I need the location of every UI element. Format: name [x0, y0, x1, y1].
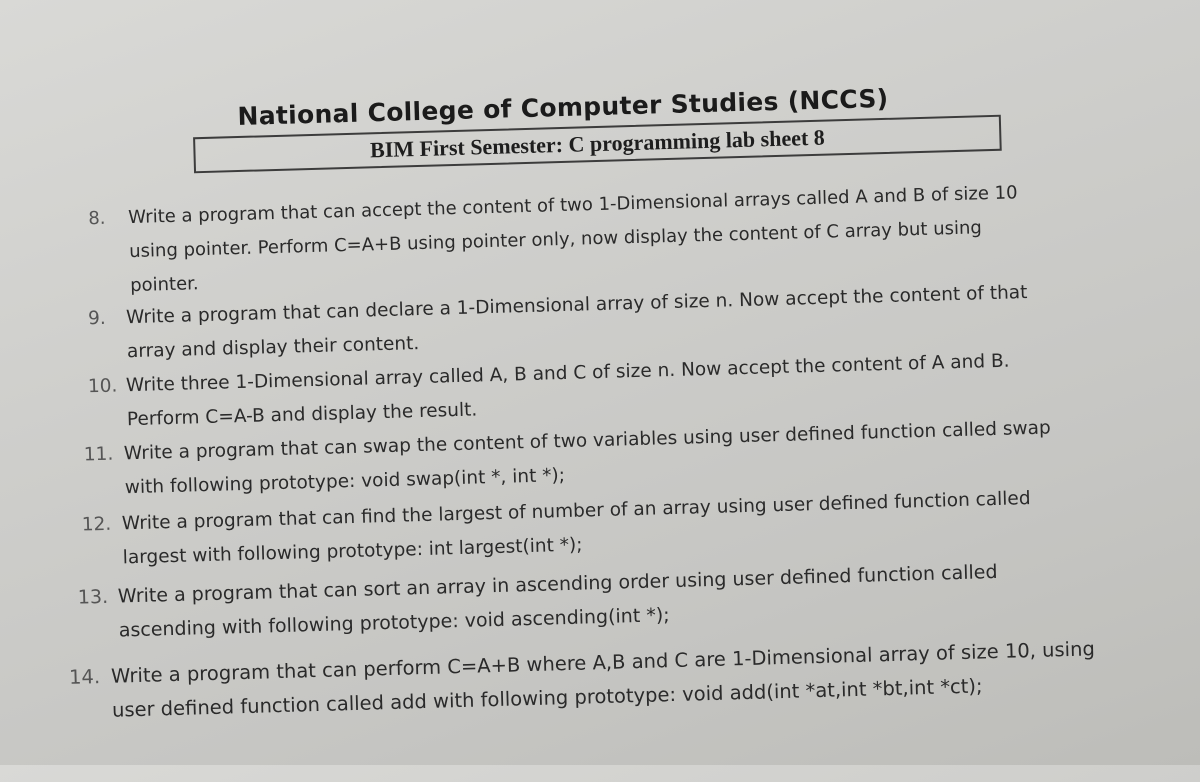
lab-sheet-page: National College of Computer Studies (NC… — [0, 0, 1200, 782]
exercise-number: 14. — [68, 665, 101, 689]
exercise-item-14: 14. Write a program that can perform C=A… — [69, 632, 1097, 727]
exercise-number: 11. — [83, 443, 114, 466]
exercise-number: 8. — [88, 207, 106, 230]
exercise-number: 12. — [81, 513, 112, 536]
lab-sheet-subtitle: BIM First Semester: C programming lab sh… — [369, 124, 826, 163]
exercise-number: 13. — [77, 585, 109, 609]
exercise-number: 9. — [87, 307, 107, 330]
exercise-number: 10. — [87, 375, 118, 398]
